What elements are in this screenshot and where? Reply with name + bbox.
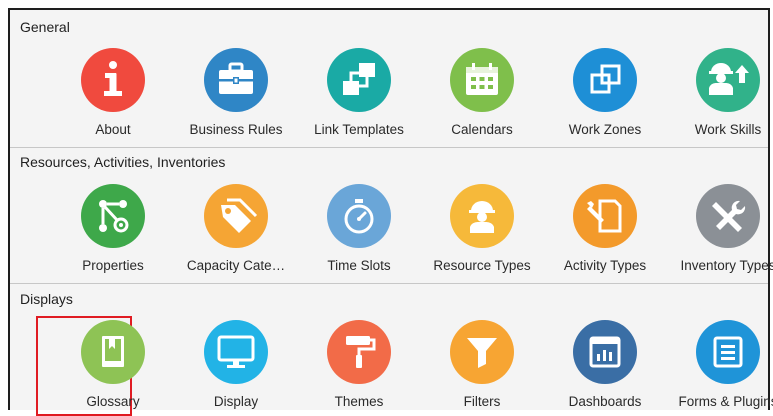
tile-label: Calendars [451,122,513,137]
tile-label: About [95,122,131,137]
tools-icon [696,184,760,248]
monitor-icon [204,320,268,384]
tile-label: Capacity Cate… [186,258,286,273]
tile-label: Resource Types [433,258,531,273]
tile-themes[interactable]: Themes [298,320,420,410]
section-divider [10,147,768,148]
tile-label: Glossary [86,394,140,409]
link-templates-icon [327,48,391,112]
tile-label: Business Rules [189,122,283,137]
properties-icon [81,184,145,248]
section-title-displays: Displays [20,291,73,307]
tile-label: Time Slots [327,258,391,273]
tile-calendars[interactable]: Calendars [421,48,543,138]
info-icon [81,48,145,112]
tile-dashboards[interactable]: Dashboards [544,320,666,410]
tile-label: Work Skills [694,122,762,137]
tile-label: Dashboards [568,394,642,409]
tile-label: Filters [463,394,501,409]
section-title-resources: Resources, Activities, Inventories [20,154,226,170]
section-title-general: General [20,19,70,35]
tile-glossary[interactable]: Glossary [52,320,174,410]
book-icon [81,320,145,384]
tile-label: Inventory Types [680,258,773,273]
tile-business-rules[interactable]: Business Rules [175,48,297,138]
tile-inventory-types[interactable]: Inventory Types [667,184,773,274]
tile-link-templates[interactable]: Link Templates [298,48,420,138]
stopwatch-icon [327,184,391,248]
forms-icon [696,320,760,384]
dashboard-icon [573,320,637,384]
tile-label: Forms & Plugins [678,394,773,409]
worker-icon [450,184,514,248]
tags-icon [204,184,268,248]
work-skills-icon [696,48,760,112]
tile-capacity-categories[interactable]: Capacity Cate… [175,184,297,274]
tile-about[interactable]: About [52,48,174,138]
activity-icon [573,184,637,248]
tile-time-slots[interactable]: Time Slots [298,184,420,274]
tile-resource-types[interactable]: Resource Types [421,184,543,274]
tile-filters[interactable]: Filters [421,320,543,410]
work-zones-icon [573,48,637,112]
tile-properties[interactable]: Properties [52,184,174,274]
tile-label: Display [213,394,259,409]
tile-label: Work Zones [568,122,642,137]
briefcase-icon [204,48,268,112]
tile-forms-plugins[interactable]: Forms & Plugins [667,320,773,410]
filter-icon [450,320,514,384]
calendar-icon [450,48,514,112]
paint-roller-icon [327,320,391,384]
tile-activity-types[interactable]: Activity Types [544,184,666,274]
tile-label: Link Templates [314,122,404,137]
configuration-panel: General About Business Rules Link Templa… [8,8,773,416]
tile-display[interactable]: Display [175,320,297,410]
tile-work-zones[interactable]: Work Zones [544,48,666,138]
tile-label: Properties [82,258,144,273]
tile-label: Activity Types [563,258,647,273]
section-divider [10,283,768,284]
tile-label: Themes [334,394,384,409]
tile-work-skills[interactable]: Work Skills [667,48,773,138]
